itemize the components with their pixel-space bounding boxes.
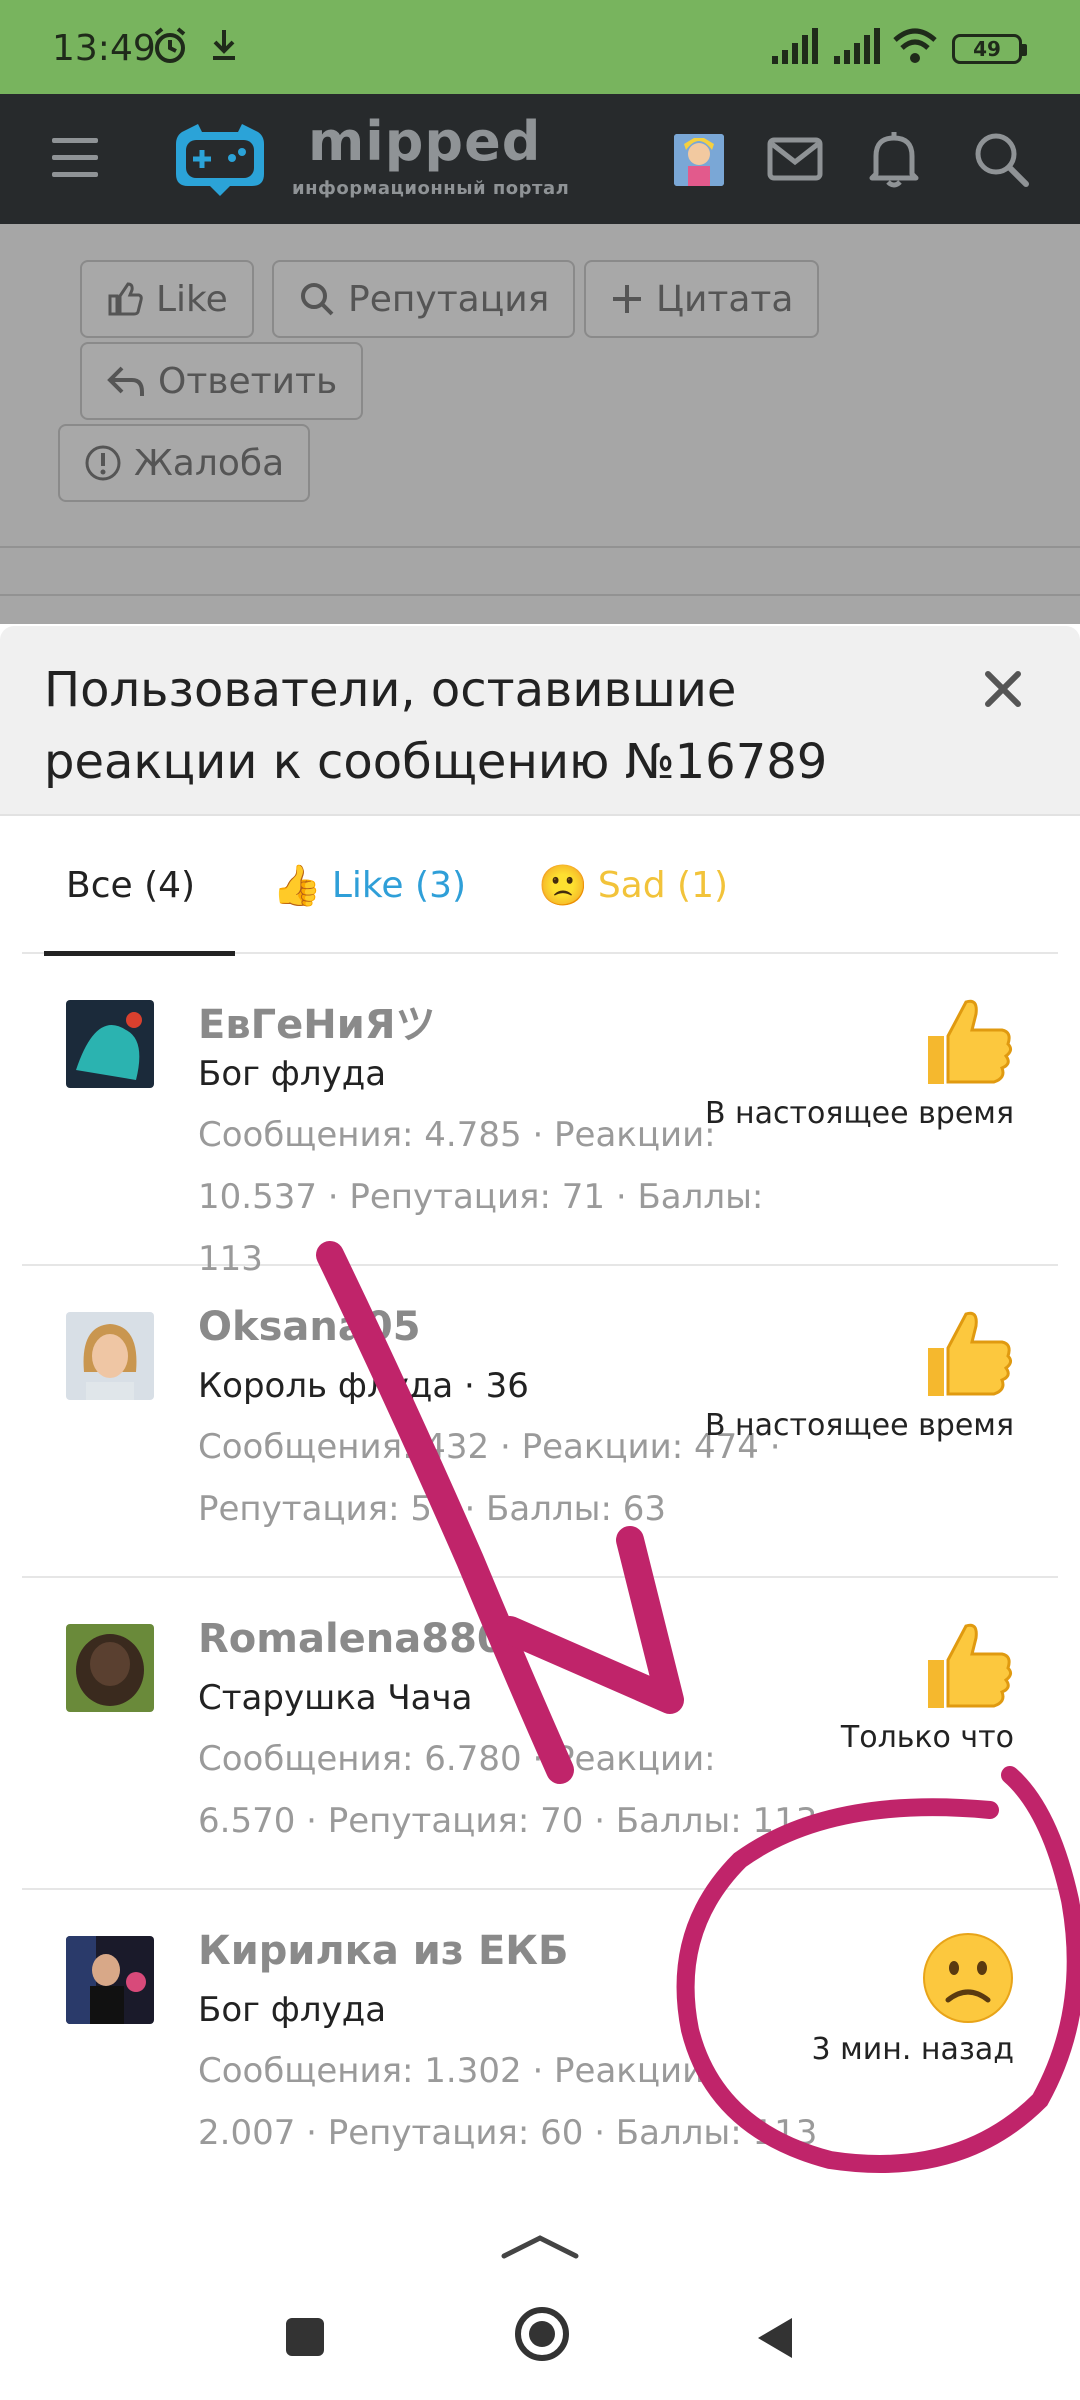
user-stats: Сообщения: 4.785 · Реакции: 10.537 · Реп…	[198, 1115, 764, 1279]
logo-text[interactable]: mipped	[308, 110, 541, 173]
modal-header: Пользователи, оставившие реакции к сообщ…	[0, 626, 1080, 816]
avatar[interactable]	[66, 1000, 154, 1088]
thumbs-up-icon	[928, 1311, 1013, 1396]
thumbs-up-icon	[928, 999, 1013, 1084]
avatar[interactable]	[66, 1936, 154, 2024]
signal-icon	[772, 28, 818, 64]
thumbs-up-icon	[108, 282, 143, 316]
reply-button[interactable]: Ответить	[80, 342, 364, 420]
thumbs-up-icon	[928, 1623, 1013, 1708]
recent-apps-icon[interactable]	[282, 2314, 328, 2360]
user-stats: Сообщения: 1.302 · Реакции: 2.007 · Репу…	[198, 2051, 818, 2153]
user-name[interactable]: Кирилка из ЕКБ	[198, 1928, 568, 1974]
quote-label: Цитата	[656, 278, 794, 320]
like-label: Like	[156, 278, 228, 320]
signal-icon	[834, 28, 880, 64]
reputation-button[interactable]: Репутация	[272, 260, 576, 338]
chevron-up-icon[interactable]	[500, 2230, 580, 2260]
list-item: Romalena880 Старушка Чача Сообщения: 6.7…	[22, 1578, 1058, 1890]
menu-icon[interactable]	[52, 138, 98, 178]
back-icon[interactable]	[752, 2314, 798, 2362]
modal-title-line1: Пользователи, оставившие	[44, 662, 737, 718]
close-icon[interactable]	[980, 666, 1026, 712]
status-time: 13:49	[52, 28, 156, 69]
list-item: Oksana05 Король флуда · 36 Сообщения: 43…	[22, 1266, 1058, 1578]
user-rank: Старушка Чача	[198, 1678, 473, 1718]
divider	[0, 594, 1080, 596]
user-rank: Бог флуда	[198, 1990, 387, 2030]
logo-gamepad-icon[interactable]	[172, 122, 268, 198]
wifi-icon	[893, 28, 937, 63]
reactions-modal: Пользователи, оставившие реакции к сообщ…	[0, 626, 1080, 2400]
status-bar: 13:49 49	[0, 0, 1080, 94]
bell-icon[interactable]	[866, 130, 922, 190]
reaction-tabs: Все (4) 👍 Like (3) 🙁 Sad (1)	[22, 816, 1058, 956]
reputation-label: Репутация	[348, 278, 550, 320]
battery-icon: 49	[952, 34, 1027, 64]
user-name[interactable]: ЕвГеНиЯツ	[198, 992, 436, 1050]
tab-sad-label: Sad (1)	[597, 864, 729, 906]
plus-icon	[613, 285, 641, 313]
user-rank: Бог флуда	[198, 1054, 387, 1094]
divider	[0, 546, 1080, 548]
like-button[interactable]: Like	[80, 260, 254, 338]
reaction-time: В настоящее время	[704, 1096, 1014, 1131]
user-name[interactable]: Romalena880	[198, 1616, 505, 1662]
tab-all[interactable]: Все (4)	[43, 816, 236, 956]
user-name[interactable]: Oksana05	[198, 1304, 421, 1350]
modal-title-line2: реакции к сообщению №16789	[44, 734, 828, 790]
search-icon	[301, 283, 334, 316]
user-avatar[interactable]	[674, 134, 724, 186]
mail-icon[interactable]	[766, 130, 824, 188]
avatar[interactable]	[66, 1312, 154, 1400]
site-header: mipped информационный портал	[0, 94, 1080, 224]
tab-all-label: Все (4)	[66, 864, 196, 906]
user-rank: Король флуда · 36	[198, 1366, 529, 1406]
download-icon	[213, 30, 235, 60]
tab-like[interactable]: 👍 Like (3)	[272, 816, 466, 954]
reaction-time: 3 мин. назад	[811, 2032, 1014, 2067]
system-nav-bar	[0, 2196, 1080, 2400]
reaction-time: В настоящее время	[704, 1408, 1014, 1443]
reply-label: Ответить	[158, 360, 338, 402]
report-button[interactable]: Жалоба	[58, 424, 311, 502]
list-item: ЕвГеНиЯツ Бог флуда Сообщения: 4.785 · Ре…	[22, 954, 1058, 1279]
report-label: Жалоба	[134, 442, 285, 484]
search-icon[interactable]	[972, 130, 1030, 188]
tab-sad[interactable]: 🙁 Sad (1)	[538, 816, 728, 954]
home-icon[interactable]	[512, 2304, 572, 2364]
reply-icon	[107, 366, 144, 396]
sad-face-icon	[923, 1933, 1013, 2023]
alarm-icon	[154, 27, 186, 63]
thumbs-up-icon: 👍	[272, 862, 322, 909]
tab-like-label: Like (3)	[331, 864, 467, 906]
alert-icon	[85, 445, 121, 481]
modal-title: Пользователи, оставившие реакции к сообщ…	[44, 654, 944, 798]
logo-subtitle: информационный портал	[292, 178, 570, 199]
avatar[interactable]	[66, 1624, 154, 1712]
reaction-time: Только что	[840, 1720, 1014, 1755]
page-content-dimmed: Like Репутация Цитата Ответить Жалоба	[0, 224, 1080, 624]
sad-face-icon: 🙁	[538, 862, 588, 909]
list-item: Кирилка из ЕКБ Бог флуда Сообщения: 1.30…	[22, 1890, 1058, 2202]
user-stats: Сообщения: 6.780 · Реакции: 6.570 · Репу…	[198, 1739, 818, 1841]
quote-button[interactable]: Цитата	[584, 260, 820, 338]
